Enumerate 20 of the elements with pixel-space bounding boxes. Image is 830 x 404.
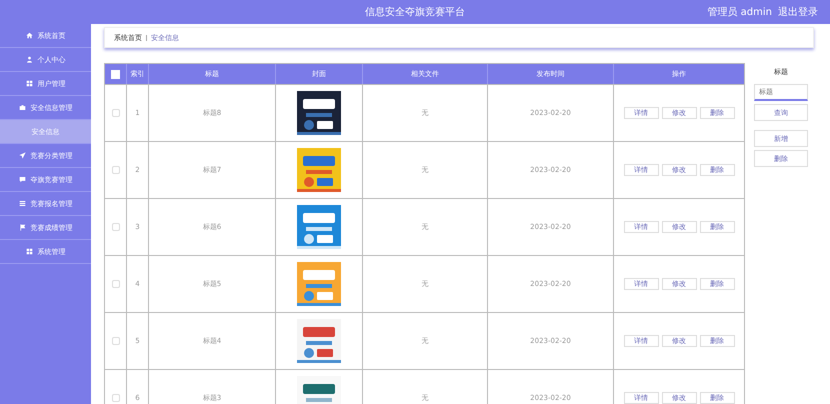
breadcrumb-separator <box>146 34 147 40</box>
row-checkbox[interactable] <box>112 280 120 288</box>
flag-icon <box>18 224 26 231</box>
site-title: 信息安全夺旗竞赛平台 <box>365 6 465 19</box>
row-checkbox[interactable] <box>112 166 120 174</box>
user-icon <box>26 56 32 63</box>
bag-icon <box>18 104 26 111</box>
logout-link[interactable]: 退出登录 <box>778 5 818 19</box>
grid-icon <box>26 80 32 87</box>
select-all-checkbox[interactable] <box>111 70 120 78</box>
home-icon <box>26 32 32 39</box>
row-checkbox[interactable] <box>112 109 120 117</box>
user-label: 管理员 admin <box>707 6 772 19</box>
chat-icon <box>18 176 26 183</box>
row-checkbox[interactable] <box>112 223 120 231</box>
send-icon <box>18 152 26 159</box>
list-icon <box>18 200 26 207</box>
row-checkbox[interactable] <box>112 337 120 345</box>
row-checkbox[interactable] <box>112 394 120 402</box>
grid-icon <box>26 248 32 255</box>
